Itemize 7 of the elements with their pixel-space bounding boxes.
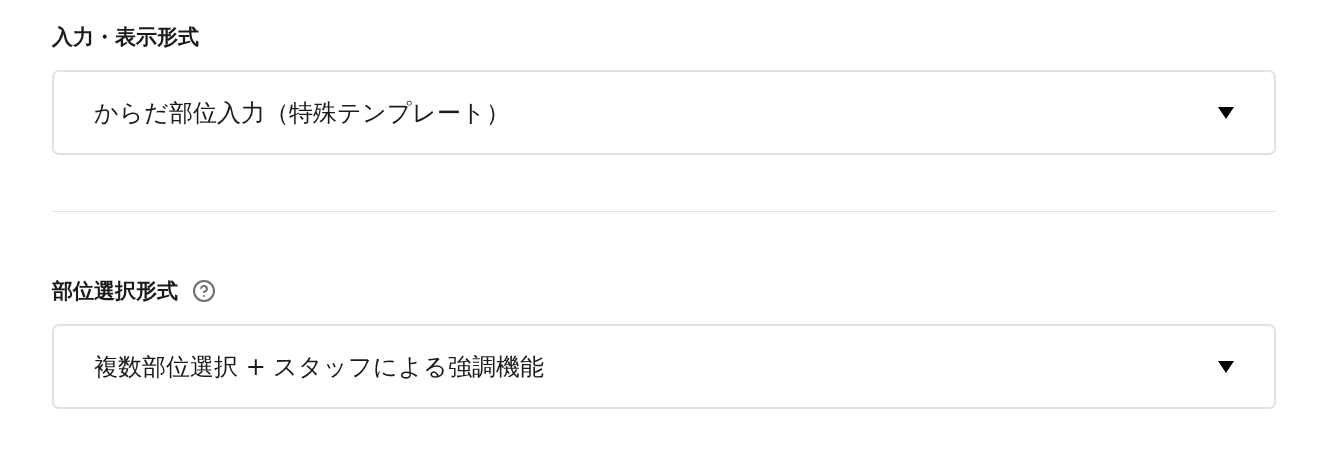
caret-icon — [1218, 360, 1234, 373]
field-label: 部位選択形式 — [52, 278, 178, 305]
help-icon[interactable] — [192, 279, 216, 303]
dropdown-select[interactable]: 複数部位選択 + スタッフによる強調機能 — [52, 324, 1276, 409]
caret-icon — [1218, 106, 1234, 119]
dropdown-select[interactable]: からだ部位入力（特殊テンプレート） — [52, 70, 1276, 155]
field-label: 入力・表示形式 — [52, 24, 199, 51]
